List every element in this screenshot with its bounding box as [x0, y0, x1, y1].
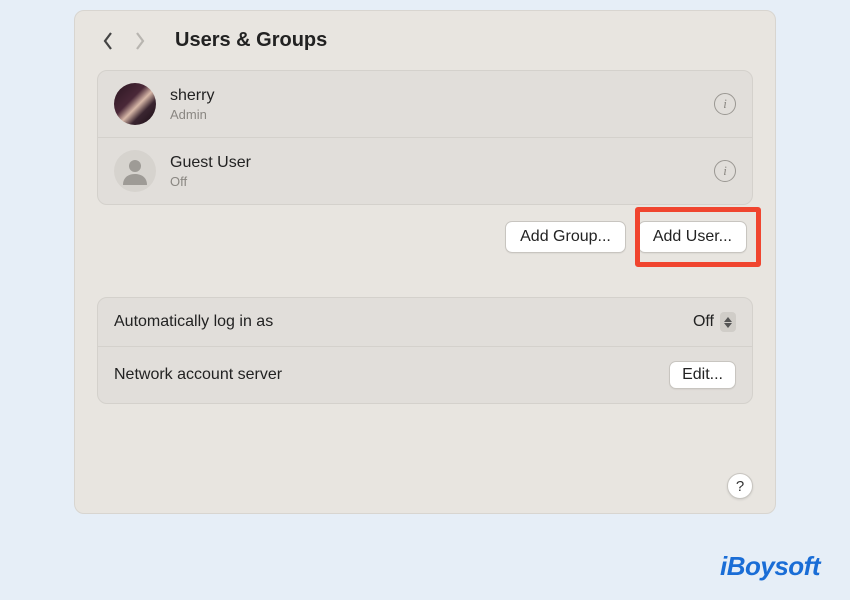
auto-login-row: Automatically log in as Off	[98, 298, 752, 346]
setting-label: Automatically log in as	[114, 313, 273, 331]
network-server-row: Network account server Edit...	[98, 346, 752, 403]
settings-list: Automatically log in as Off Network acco…	[97, 297, 753, 404]
avatar	[114, 150, 156, 192]
user-role: Off	[170, 174, 700, 189]
help-button[interactable]: ?	[727, 473, 753, 499]
back-button[interactable]	[101, 30, 115, 52]
page-title: Users & Groups	[175, 29, 327, 52]
user-name: sherry	[170, 87, 700, 105]
user-info: Guest User Off	[170, 154, 700, 189]
user-row-guest[interactable]: Guest User Off i	[98, 137, 752, 204]
user-row-sherry[interactable]: sherry Admin i	[98, 71, 752, 137]
user-role: Admin	[170, 107, 700, 122]
forward-button[interactable]	[133, 30, 147, 52]
panel-header: Users & Groups	[97, 29, 753, 52]
action-buttons: Add Group... Add User...	[97, 221, 753, 253]
edit-button[interactable]: Edit...	[669, 361, 736, 389]
info-icon[interactable]: i	[714, 160, 736, 182]
watermark-logo: iBoysoft	[720, 551, 820, 582]
user-name: Guest User	[170, 154, 700, 172]
add-group-button[interactable]: Add Group...	[505, 221, 626, 253]
users-groups-panel: Users & Groups sherry Admin i Guest User…	[74, 10, 776, 514]
select-value: Off	[693, 313, 714, 331]
setting-label: Network account server	[114, 366, 282, 384]
avatar	[114, 83, 156, 125]
users-list: sherry Admin i Guest User Off i	[97, 70, 753, 205]
user-info: sherry Admin	[170, 87, 700, 122]
info-icon[interactable]: i	[714, 93, 736, 115]
chevron-updown-icon	[720, 312, 736, 332]
auto-login-select[interactable]: Off	[693, 312, 736, 332]
add-user-button[interactable]: Add User...	[638, 221, 747, 253]
